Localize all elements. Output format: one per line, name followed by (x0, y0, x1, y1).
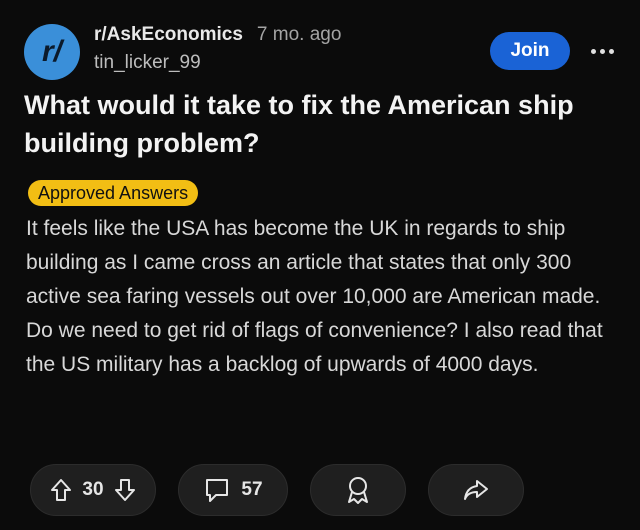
post-age: 7 mo. ago (256, 24, 342, 45)
award-button[interactable] (310, 464, 406, 516)
vote-score: 30 (82, 479, 104, 500)
post-meta: r/AskEconomics 7 mo. ago tin_licker_99 (94, 24, 341, 74)
post-author[interactable]: tin_licker_99 (94, 52, 341, 74)
post-title[interactable]: What would it take to fix the American s… (24, 86, 624, 162)
more-dot (590, 48, 596, 54)
comment-count: 57 (241, 479, 263, 500)
flair-badge[interactable]: Approved Answers (28, 180, 199, 206)
post-header: r/ r/AskEconomics 7 mo. ago tin_licker_9… (24, 22, 616, 80)
join-button[interactable]: Join (490, 32, 570, 70)
more-dot (599, 48, 605, 54)
subreddit-avatar[interactable]: r/ (24, 24, 80, 80)
more-icon[interactable] (588, 36, 616, 66)
share-button[interactable] (428, 464, 524, 516)
award-icon (343, 475, 373, 505)
action-bar: 30 57 (30, 464, 630, 518)
vote-control: 30 (30, 464, 156, 516)
upvote-icon[interactable] (50, 478, 72, 502)
post-body: It feels like the USA has become the UK … (26, 217, 603, 376)
share-icon (462, 476, 490, 504)
subreddit-name[interactable]: r/AskEconomics (94, 24, 243, 46)
more-dot (608, 48, 614, 54)
subreddit-row: r/AskEconomics 7 mo. ago (94, 24, 341, 46)
comments-button[interactable]: 57 (178, 464, 288, 516)
comment-icon (203, 476, 231, 504)
downvote-icon[interactable] (114, 478, 136, 502)
